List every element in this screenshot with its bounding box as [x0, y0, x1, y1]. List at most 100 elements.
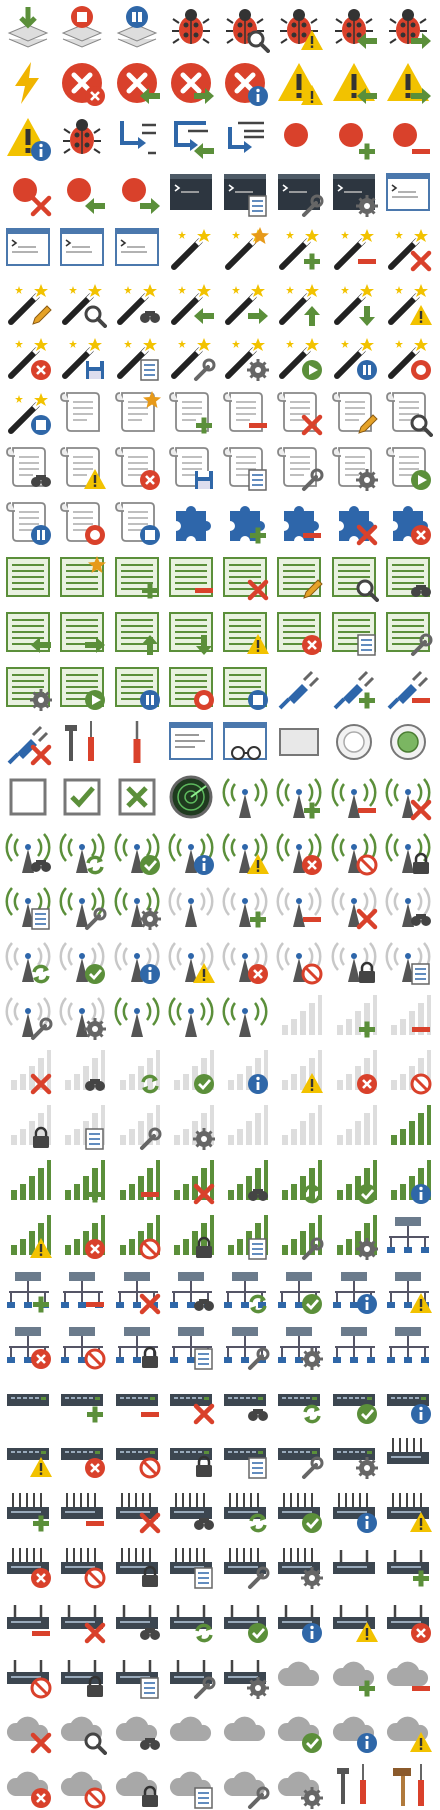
signal-medium-icon — [274, 1101, 324, 1151]
network-info-icon — [329, 1266, 379, 1316]
router-wrench-icon — [166, 1650, 216, 1700]
hub-warning-icon — [383, 1485, 433, 1535]
router-gear-icon — [220, 1650, 270, 1700]
error-info-icon — [220, 58, 270, 108]
switch-ok-icon — [329, 1376, 379, 1426]
list-find-icon — [383, 552, 433, 602]
list-wrench-icon — [383, 607, 433, 657]
network-ok-icon — [274, 1266, 324, 1316]
cloud-add-icon — [329, 1650, 379, 1700]
breakpoint-add-icon — [329, 113, 379, 163]
script-edit-icon — [329, 387, 379, 437]
antenna-info-icon — [166, 827, 216, 877]
wand-forward-icon — [220, 278, 270, 328]
script-search-icon — [383, 387, 433, 438]
network-remove-icon — [57, 1266, 107, 1316]
warning-forward-icon — [383, 58, 433, 108]
list-pause-icon — [112, 662, 162, 712]
switch-wrench-icon — [274, 1430, 324, 1480]
antenna-error-icon — [274, 827, 324, 877]
hub-gear-icon — [274, 1540, 324, 1590]
tools-icon — [57, 717, 107, 767]
hub-sync-icon — [220, 1485, 270, 1535]
wand-icon — [166, 223, 216, 273]
list-error-icon — [274, 607, 324, 657]
list-edit-icon — [274, 552, 324, 602]
signal-full-info-icon — [383, 1156, 433, 1206]
wand-search-icon — [57, 278, 108, 328]
switch-sync-icon — [274, 1376, 324, 1426]
network-icon — [383, 1211, 433, 1261]
antenna-off-checklist-icon — [383, 936, 433, 986]
signal-ok-icon — [166, 1046, 216, 1096]
switch-checklist-icon — [220, 1430, 270, 1480]
hub-add-icon — [3, 1485, 53, 1535]
antenna-icon — [220, 772, 270, 822]
bug-search-icon — [220, 3, 270, 53]
router-ok-icon — [220, 1595, 270, 1645]
network-delete-icon — [112, 1266, 162, 1316]
plug-delete-icon — [3, 717, 53, 767]
wand-star-icon — [220, 223, 270, 273]
wand-wrench-icon — [166, 332, 216, 382]
breakpoint-delete-icon — [3, 168, 53, 218]
cloud-icon — [274, 1650, 324, 1700]
lightning-icon — [3, 58, 53, 108]
wand-delete-icon — [383, 223, 433, 273]
checkbox-empty-icon — [3, 772, 53, 822]
signal-empty-icon — [274, 991, 324, 1041]
signal-add-icon — [329, 991, 379, 1041]
switch-icon — [3, 1376, 53, 1426]
signal-full-gear-icon — [329, 1211, 379, 1261]
wand-gear-icon — [220, 332, 270, 382]
warning-icon — [274, 58, 324, 108]
rectangle-icon — [274, 717, 324, 767]
antenna-remove-icon — [329, 772, 379, 822]
switch-find-icon — [220, 1376, 270, 1426]
antenna-off-blocked-icon — [274, 936, 324, 986]
script-error-icon — [112, 442, 162, 492]
antenna-warning-icon — [220, 827, 270, 877]
hub-remove-icon — [57, 1485, 107, 1535]
hub-wrench-icon — [220, 1540, 270, 1590]
breakpoint-icon — [274, 113, 324, 163]
antenna-checklist-icon — [3, 881, 53, 931]
cloud-warning-icon — [383, 1705, 433, 1755]
cloud-find-icon — [112, 1705, 162, 1755]
plug-add-icon — [329, 662, 379, 712]
signal-full-alt-icon — [3, 1156, 53, 1206]
step-into-icon — [112, 113, 162, 163]
wand-stop-icon — [3, 387, 53, 437]
script-pause-icon — [3, 497, 53, 547]
warning-back-icon — [329, 58, 379, 108]
signal-sync-icon — [112, 1046, 162, 1096]
switch-remove-icon — [112, 1376, 162, 1426]
warning-info-icon — [3, 113, 53, 163]
list-checklist-icon — [329, 607, 379, 657]
signal-full-ok-icon — [329, 1156, 379, 1206]
list-up-icon — [112, 607, 162, 657]
router-sync-icon — [166, 1595, 216, 1645]
script-save-icon — [166, 442, 216, 492]
antenna-green-icon — [112, 991, 162, 1041]
list-add-icon — [112, 552, 162, 602]
step-over-icon — [220, 113, 270, 163]
console-gear-icon — [329, 168, 379, 218]
cloud-upload-icon — [220, 1705, 270, 1755]
script-remove-icon — [220, 387, 270, 437]
wand-save-icon — [57, 332, 107, 382]
network-error-icon — [3, 1321, 53, 1371]
signal-full-locked-icon — [166, 1211, 216, 1261]
script-checklist-icon — [220, 442, 270, 492]
network-gear-icon — [274, 1321, 324, 1371]
hammer-tools-icon — [383, 1760, 433, 1810]
signal-find-icon — [57, 1046, 107, 1096]
antenna-off-gear-icon — [57, 991, 107, 1041]
signal-warning-icon — [274, 1046, 324, 1096]
router-find-icon — [112, 1595, 162, 1645]
antenna-off-find-icon — [383, 881, 433, 931]
hub-error-icon — [3, 1540, 53, 1590]
network-add-icon — [3, 1266, 53, 1316]
antenna-add-icon — [274, 772, 324, 822]
antenna-off-add-icon — [220, 881, 270, 931]
